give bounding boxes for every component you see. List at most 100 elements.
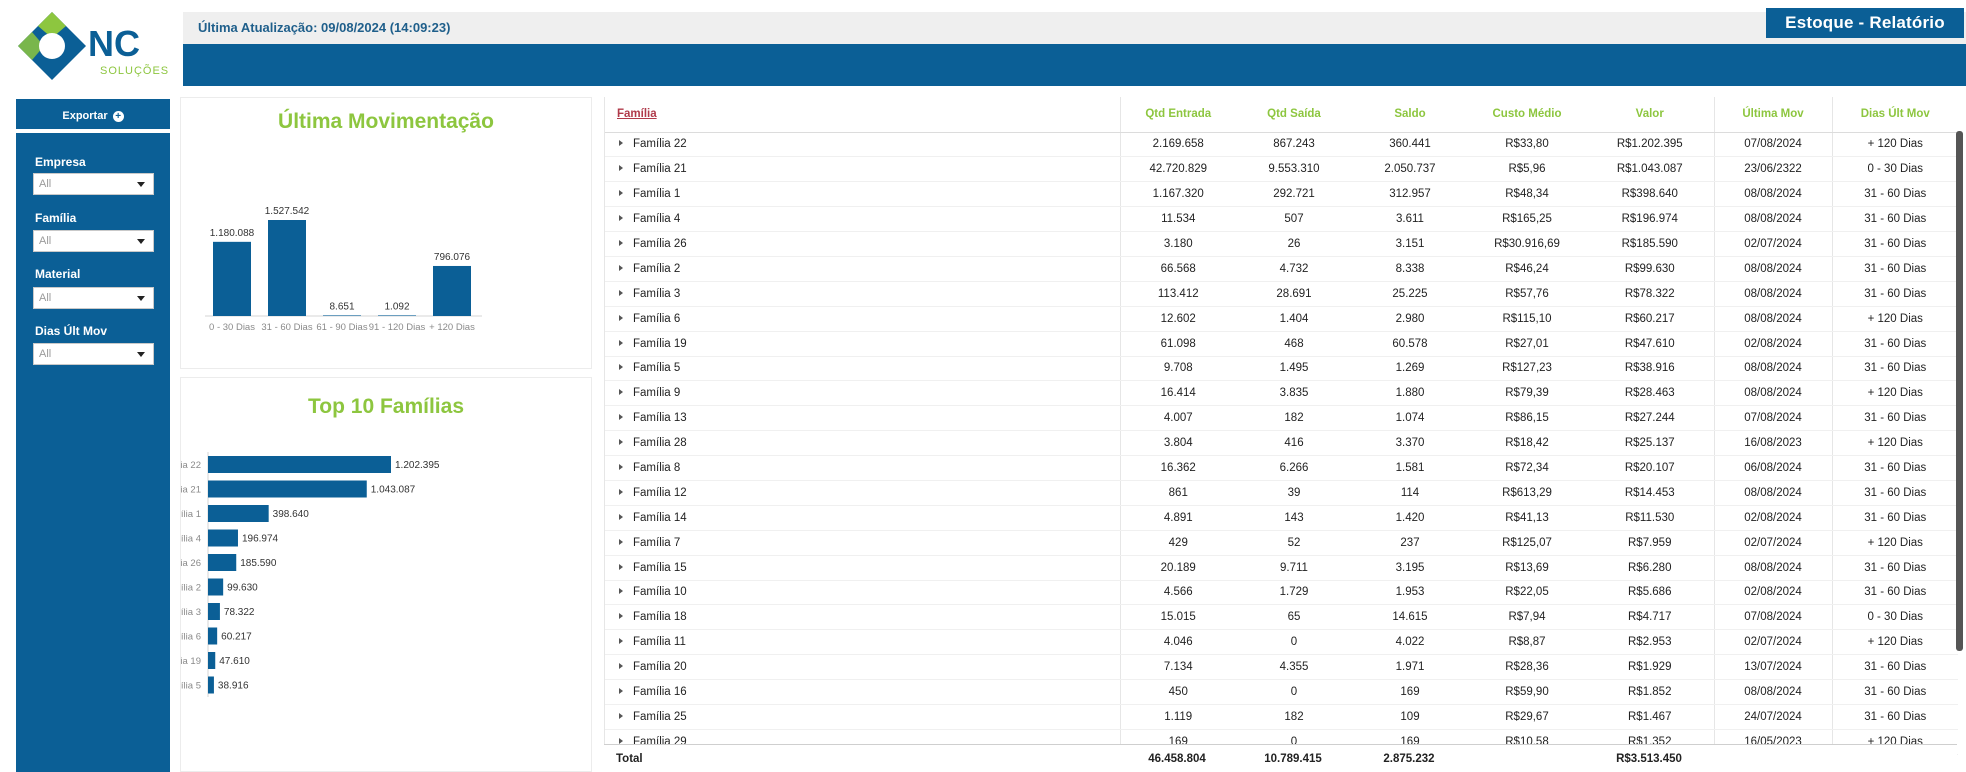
expand-arrow-icon[interactable] bbox=[619, 339, 623, 346]
expand-arrow-icon[interactable] bbox=[619, 140, 623, 147]
familia-label: Família 20 bbox=[633, 661, 687, 674]
cell-ultima-mov: 02/07/2024 bbox=[1713, 231, 1832, 257]
cell-dias-ult-mov: 31 - 60 Dias bbox=[1831, 231, 1958, 257]
expand-arrow-icon[interactable] bbox=[619, 389, 623, 396]
table-row[interactable]: Família 16 450 0 169 R$59,90 R$1.852 08/08/202… bbox=[605, 679, 1958, 705]
expand-arrow-icon[interactable] bbox=[619, 264, 623, 271]
table-row[interactable]: Família 10 4.566 1.729 1.953 R$22,05 R$5.686 0… bbox=[605, 580, 1958, 606]
cell-valor: R$99.630 bbox=[1586, 256, 1714, 282]
cell-familia: Família 5 bbox=[605, 356, 1120, 382]
column-header-valor[interactable]: Valor bbox=[1586, 97, 1714, 133]
table-row[interactable]: Família 19 61.098 468 60.578 R$27,01 R$47.610… bbox=[605, 331, 1958, 357]
cell-dias-ult-mov: 31 - 60 Dias bbox=[1831, 654, 1958, 681]
table-row[interactable]: Família 5 9.708 1.495 1.269 R$127,23 R$38.916… bbox=[605, 356, 1958, 382]
table-row[interactable]: Família 11 4.046 0 4.022 R$8,87 R$2.953 02/07/… bbox=[605, 629, 1958, 656]
expand-arrow-icon[interactable] bbox=[619, 588, 623, 595]
cell-qtd-saida: 0 bbox=[1236, 679, 1352, 705]
table-row[interactable]: Família 9 16.414 3.835 1.880 R$79,39 R$28.463… bbox=[605, 380, 1958, 407]
cell-valor: R$398.640 bbox=[1586, 181, 1714, 208]
cell-saldo: 4.022 bbox=[1352, 629, 1468, 656]
expand-arrow-icon[interactable] bbox=[619, 538, 623, 545]
expand-arrow-icon[interactable] bbox=[619, 638, 623, 645]
table-row[interactable]: Família 8 16.362 6.266 1.581 R$72,34 R$20.107… bbox=[605, 455, 1958, 481]
cell-custo-medio: R$33,80 bbox=[1468, 132, 1586, 158]
column-header-saldo[interactable]: Saldo bbox=[1352, 97, 1468, 133]
table-row[interactable]: Família 18 15.015 65 14.615 R$7,94 R$4.717 07/… bbox=[605, 604, 1958, 631]
table-row[interactable]: Família 14 4.891 143 1.420 R$41,13 R$11.530 02… bbox=[605, 505, 1958, 531]
cell-familia: Família 25 bbox=[605, 704, 1120, 730]
expand-arrow-icon[interactable] bbox=[619, 190, 623, 197]
expand-arrow-icon[interactable] bbox=[619, 737, 623, 744]
y-tick-label: Família 26 bbox=[181, 558, 201, 569]
top-bar bbox=[183, 12, 1966, 44]
expand-arrow-icon[interactable] bbox=[619, 215, 623, 222]
cell-familia: Família 3 bbox=[605, 281, 1120, 307]
table-row[interactable]: Família 22 2.169.658 867.243 360.441 R$33,80… bbox=[605, 132, 1958, 158]
cell-valor: R$6.280 bbox=[1586, 555, 1714, 581]
familia-label: Família 3 bbox=[633, 287, 681, 300]
header-banner bbox=[183, 44, 1966, 86]
expand-arrow-icon[interactable] bbox=[619, 663, 623, 670]
expand-arrow-icon[interactable] bbox=[619, 513, 623, 520]
cell-custo-medio: R$613,29 bbox=[1468, 480, 1586, 506]
expand-arrow-icon[interactable] bbox=[619, 414, 623, 421]
expand-arrow-icon[interactable] bbox=[619, 688, 623, 695]
table-row[interactable]: Família 25 1.119 182 109 R$29,67 R$1.467 24/07… bbox=[605, 704, 1958, 730]
cell-custo-medio: R$46,24 bbox=[1468, 256, 1586, 282]
expand-arrow-icon[interactable] bbox=[619, 240, 623, 246]
expand-arrow-icon[interactable] bbox=[619, 613, 623, 620]
table-row[interactable]: Família 26 3.180 26 3.151 R$30.916,69 R$185.5… bbox=[605, 231, 1958, 257]
table-row[interactable]: Família 20 7.134 4.355 1.971 R$28,36 R$1.929 1… bbox=[605, 654, 1958, 681]
cell-qtd-entrada: 1.119 bbox=[1119, 704, 1236, 730]
table-row[interactable]: Família 13 4.007 182 1.074 R$86,15 R$27.244 07… bbox=[605, 405, 1958, 432]
column-header-dias-ult-mov[interactable]: Dias Últ Mov bbox=[1831, 97, 1958, 133]
column-header-qtd-entrada[interactable]: Qtd Entrada bbox=[1119, 97, 1236, 133]
table-row[interactable]: Família 2 66.568 4.732 8.338 R$46,24 R$99.630… bbox=[605, 256, 1958, 282]
y-tick-label: Família 5 bbox=[181, 681, 201, 692]
familia-label: Família 10 bbox=[633, 586, 687, 599]
column-header-ultima-mov[interactable]: Última Mov bbox=[1713, 97, 1832, 133]
expand-arrow-icon[interactable] bbox=[619, 488, 623, 495]
bar-value-label: 38.916 bbox=[218, 681, 249, 692]
page-title: Estoque - Relatório bbox=[1766, 8, 1964, 38]
bar-4 bbox=[208, 554, 237, 571]
table-row[interactable]: Família 21 42.720.829 9.553.310 2.050.737 R$… bbox=[605, 156, 1958, 183]
cell-custo-medio: R$28,36 bbox=[1468, 654, 1586, 681]
expand-arrow-icon[interactable] bbox=[619, 314, 623, 321]
expand-arrow-icon[interactable] bbox=[619, 439, 623, 446]
table-row[interactable]: Família 1 1.167.320 292.721 312.957 R$48,34 R… bbox=[605, 181, 1958, 208]
column-header-custo-medio[interactable]: Custo Médio bbox=[1468, 97, 1586, 133]
cell-ultima-mov: 16/08/2023 bbox=[1713, 430, 1832, 457]
table-row[interactable]: Família 3 113.412 28.691 25.225 R$57,76 R$78.… bbox=[605, 281, 1958, 307]
expand-arrow-icon[interactable] bbox=[619, 165, 623, 172]
cell-qtd-entrada: 16.414 bbox=[1119, 380, 1236, 407]
expand-arrow-icon[interactable] bbox=[619, 563, 623, 570]
table-row[interactable]: Família 15 20.189 9.711 3.195 R$13,69 R$6.280… bbox=[605, 555, 1958, 581]
table-scrollbar[interactable] bbox=[1956, 131, 1963, 651]
table-row[interactable]: Família 4 11.534 507 3.611 R$165,25 R$196.974… bbox=[605, 206, 1958, 233]
table-row[interactable]: Família 7 429 52 237 R$125,07 R$7.959 02/07/20… bbox=[605, 530, 1958, 556]
cell-dias-ult-mov: 31 - 60 Dias bbox=[1831, 181, 1958, 208]
export-label: Exportar bbox=[62, 110, 108, 122]
column-header-familia[interactable]: Família bbox=[605, 97, 1120, 133]
dias-ult-mov-select[interactable]: All bbox=[33, 343, 154, 365]
expand-arrow-icon[interactable] bbox=[619, 364, 623, 371]
expand-arrow-icon[interactable] bbox=[619, 464, 623, 471]
column-header-qtd-saida[interactable]: Qtd Saída bbox=[1236, 97, 1352, 133]
cell-ultima-mov: 08/08/2024 bbox=[1713, 306, 1832, 332]
familia-label: Família 6 bbox=[633, 312, 681, 325]
expand-arrow-icon[interactable] bbox=[619, 712, 623, 719]
plus-circle-icon: + bbox=[112, 110, 124, 122]
expand-arrow-icon[interactable] bbox=[619, 289, 623, 296]
familia-select[interactable]: All bbox=[33, 230, 154, 252]
table-row[interactable]: Família 28 3.804 416 3.370 R$18,42 R$25.137 16… bbox=[605, 430, 1958, 457]
familia-label: Família 11 bbox=[633, 636, 686, 649]
cell-dias-ult-mov: 0 - 30 Dias bbox=[1831, 604, 1958, 631]
material-select[interactable]: All bbox=[33, 287, 154, 309]
empresa-select[interactable]: All bbox=[33, 173, 154, 195]
table-row[interactable]: Família 6 12.602 1.404 2.980 R$115,10 R$60.21… bbox=[605, 306, 1958, 332]
cell-qtd-entrada: 12.602 bbox=[1119, 306, 1236, 332]
table-row[interactable]: Família 12 861 39 114 R$613,29 R$14.453 08/08/… bbox=[605, 480, 1958, 506]
y-tick-label: Família 2 bbox=[181, 583, 201, 594]
export-button[interactable]: Exportar + bbox=[16, 103, 170, 133]
